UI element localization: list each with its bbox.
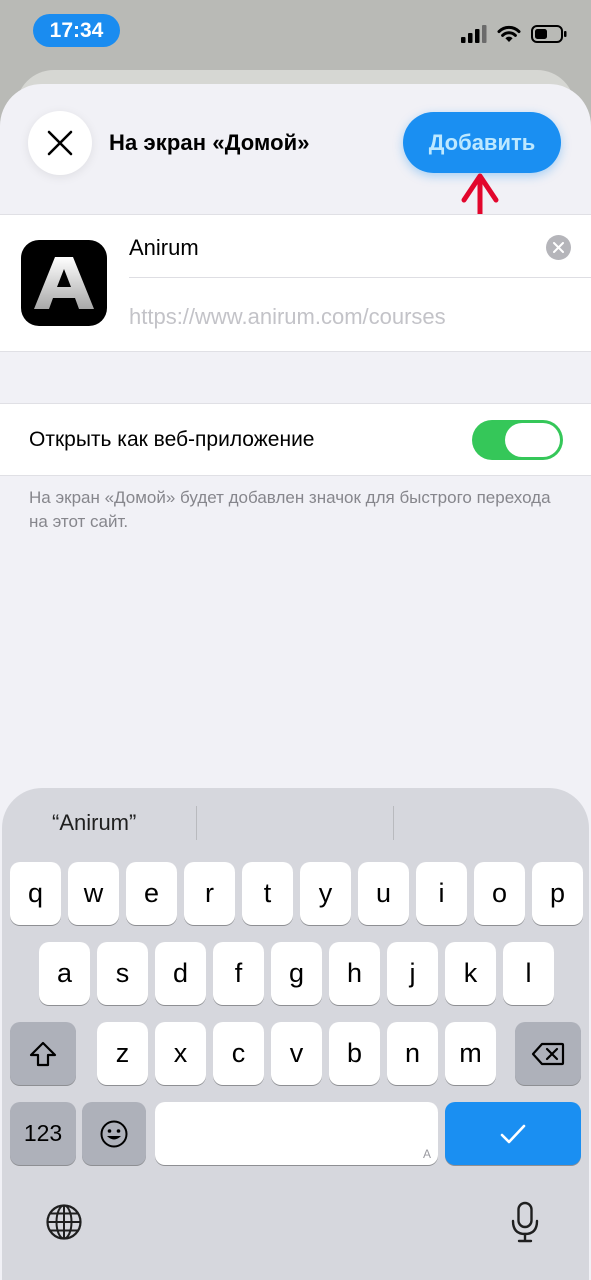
key-m[interactable]: m xyxy=(445,1022,496,1085)
divider xyxy=(129,277,591,278)
key-g[interactable]: g xyxy=(271,942,322,1005)
sheet-title: На экран «Домой» xyxy=(109,130,310,155)
cellular-signal-icon xyxy=(461,25,487,43)
key-b[interactable]: b xyxy=(329,1022,380,1085)
status-bar: 17:34 xyxy=(0,0,591,64)
app-url: https://www.anirum.com/courses xyxy=(129,304,446,329)
space-language-mark: A xyxy=(422,1147,431,1161)
toggle-knob xyxy=(505,423,560,457)
numbers-key[interactable]: 123 xyxy=(10,1102,76,1165)
app-icon xyxy=(21,240,107,326)
delete-key[interactable] xyxy=(515,1022,581,1085)
key-v[interactable]: v xyxy=(271,1022,322,1085)
key-o[interactable]: o xyxy=(474,862,525,925)
checkmark-icon xyxy=(500,1124,526,1143)
emoji-key[interactable] xyxy=(82,1102,146,1165)
key-l[interactable]: l xyxy=(503,942,554,1005)
key-f[interactable]: f xyxy=(213,942,264,1005)
shift-icon xyxy=(29,1041,57,1066)
key-x[interactable]: x xyxy=(155,1022,206,1085)
emoji-icon xyxy=(100,1120,128,1147)
key-i[interactable]: i xyxy=(416,862,467,925)
key-k[interactable]: k xyxy=(445,942,496,1005)
close-icon xyxy=(47,130,73,156)
wifi-icon xyxy=(497,25,521,42)
key-z[interactable]: z xyxy=(97,1022,148,1085)
key-n[interactable]: n xyxy=(387,1022,438,1085)
battery-icon xyxy=(531,25,567,43)
microphone-icon xyxy=(511,1201,539,1243)
key-t[interactable]: t xyxy=(242,862,293,925)
space-key[interactable]: A xyxy=(155,1102,438,1165)
key-u[interactable]: u xyxy=(358,862,409,925)
web-app-row: Открыть как веб-приложение xyxy=(0,403,591,476)
key-e[interactable]: e xyxy=(126,862,177,925)
app-logo-a-icon xyxy=(34,257,94,309)
suggestion-item[interactable]: “Anirum” xyxy=(52,810,136,836)
sheet-header: На экран «Домой» Добавить xyxy=(0,84,591,289)
shift-key[interactable] xyxy=(10,1022,76,1085)
key-q[interactable]: q xyxy=(10,862,61,925)
web-app-label: Открыть как веб-приложение xyxy=(29,428,315,451)
dictation-button[interactable] xyxy=(507,1200,543,1244)
done-key[interactable] xyxy=(445,1102,581,1165)
key-y[interactable]: y xyxy=(300,862,351,925)
key-j[interactable]: j xyxy=(387,942,438,1005)
close-button[interactable] xyxy=(28,111,92,175)
key-w[interactable]: w xyxy=(68,862,119,925)
add-button[interactable]: Добавить xyxy=(403,112,561,173)
status-time[interactable]: 17:34 xyxy=(33,14,120,47)
suggestion-divider xyxy=(196,806,197,840)
footnote: На экран «Домой» будет добавлен значок д… xyxy=(29,488,551,531)
web-app-toggle[interactable] xyxy=(472,420,563,460)
key-a[interactable]: a xyxy=(39,942,90,1005)
suggestion-divider xyxy=(393,806,394,840)
globe-icon xyxy=(46,1204,82,1240)
key-d[interactable]: d xyxy=(155,942,206,1005)
key-h[interactable]: h xyxy=(329,942,380,1005)
suggestion-bar: “Anirum” xyxy=(2,788,589,858)
clear-name-button[interactable] xyxy=(546,235,571,260)
keyboard: “Anirum” q w e r t y u i o p a s d f g h… xyxy=(2,788,589,1280)
globe-button[interactable] xyxy=(44,1202,84,1242)
key-p[interactable]: p xyxy=(532,862,583,925)
status-icons xyxy=(461,22,567,46)
backspace-icon xyxy=(531,1042,565,1065)
app-info-card: Anirum https://www.anirum.com/courses xyxy=(0,214,591,352)
key-r[interactable]: r xyxy=(184,862,235,925)
app-name-input[interactable]: Anirum xyxy=(129,233,199,263)
key-c[interactable]: c xyxy=(213,1022,264,1085)
key-s[interactable]: s xyxy=(97,942,148,1005)
clear-icon xyxy=(553,242,564,253)
